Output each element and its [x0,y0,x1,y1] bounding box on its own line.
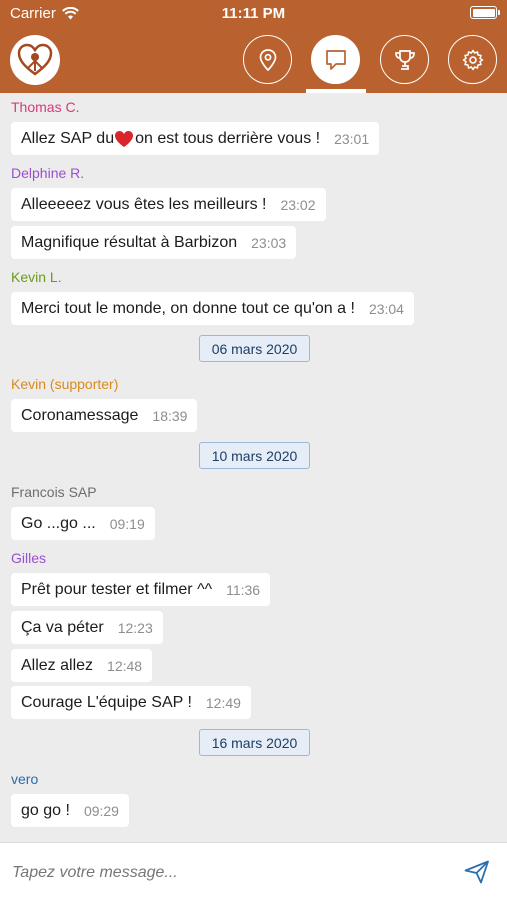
message-bubble: Coronamessage 18:39 [11,399,198,432]
message-time: 11:36 [226,581,261,598]
message-text: Merci tout le monde, on donne tout ce qu… [21,299,355,317]
message-time: 18:39 [152,407,188,424]
message-text: Coronamessage [21,406,139,424]
message-time: 12:48 [107,657,143,674]
message-bubble: Merci tout le monde, on donne tout ce qu… [11,292,414,325]
heart-logo-icon [17,43,53,76]
gear-icon [462,49,483,70]
send-icon [464,860,489,884]
sender-name: Francois SAP [11,484,97,500]
message-time: 23:03 [251,234,287,251]
app-header [0,25,507,93]
message-time: 09:29 [83,802,119,819]
status-time: 11:11 PM [221,5,286,22]
message-input[interactable] [12,857,442,889]
message-text: Allez allez [21,656,94,674]
message-bubble: Ça va péter 12:23 [11,611,163,644]
message-time: 12:49 [205,694,241,711]
sender-name: Gilles [11,550,47,566]
message-bubble: go go ! 09:29 [11,794,129,827]
heart-emoji-icon [115,130,134,147]
message-time: 23:04 [368,300,404,317]
settings-button[interactable] [448,35,497,84]
message-time: 09:19 [109,515,145,532]
message-text: Allez SAP du on est tous derrière vous ! [21,129,321,147]
message-text: Go ...go ... [21,514,96,532]
send-button[interactable] [463,858,491,886]
message-time: 23:01 [334,130,370,147]
chat-bubble-icon [325,49,346,70]
date-separator: 10 mars 2020 [199,442,310,469]
message-text: Ça va péter [21,618,104,636]
sender-name: Delphine R. [11,165,85,181]
date-separator: 06 mars 2020 [199,335,310,362]
status-bar: Carrier 11:11 PM [0,0,507,25]
message-text: Magnifique résultat à Barbizon [21,233,238,251]
message-bubble: Go ...go ... 09:19 [11,507,155,540]
message-text: Alleeeeez vous êtes les meilleurs ! [21,195,267,213]
message-bubble: Alleeeeez vous êtes les meilleurs ! 23:0… [11,188,326,221]
message-text: go go ! [21,801,70,819]
app-logo [10,35,60,85]
message-text: Courage L'équipe SAP ! [21,693,192,711]
message-bubble: Allez SAP du on est tous derrière vous !… [11,122,380,155]
location-button[interactable] [243,35,292,84]
message-bubble: Courage L'équipe SAP ! 12:49 [11,686,251,719]
sender-name: vero [11,771,39,787]
location-pin-icon [259,48,276,71]
chat-message-list[interactable]: Thomas C. Allez SAP du on est tous derri… [0,93,507,842]
sender-name: Thomas C. [11,99,80,115]
message-bubble: Magnifique résultat à Barbizon 23:03 [11,226,297,259]
message-bubble: Allez allez 12:48 [11,649,153,682]
chat-button[interactable] [311,35,360,84]
date-separator: 16 mars 2020 [199,729,310,756]
message-time: 23:02 [280,196,316,213]
message-composer [0,842,507,900]
message-text: Prêt pour tester et filmer ^^ [21,580,213,598]
message-time: 12:23 [117,619,153,636]
trophy-icon [394,49,415,70]
battery-icon [470,6,500,19]
message-bubble: Prêt pour tester et filmer ^^ 11:36 [11,573,271,606]
sender-name: Kevin L. [11,269,62,285]
sender-name: Kevin (supporter) [11,376,119,392]
trophy-button[interactable] [380,35,429,84]
